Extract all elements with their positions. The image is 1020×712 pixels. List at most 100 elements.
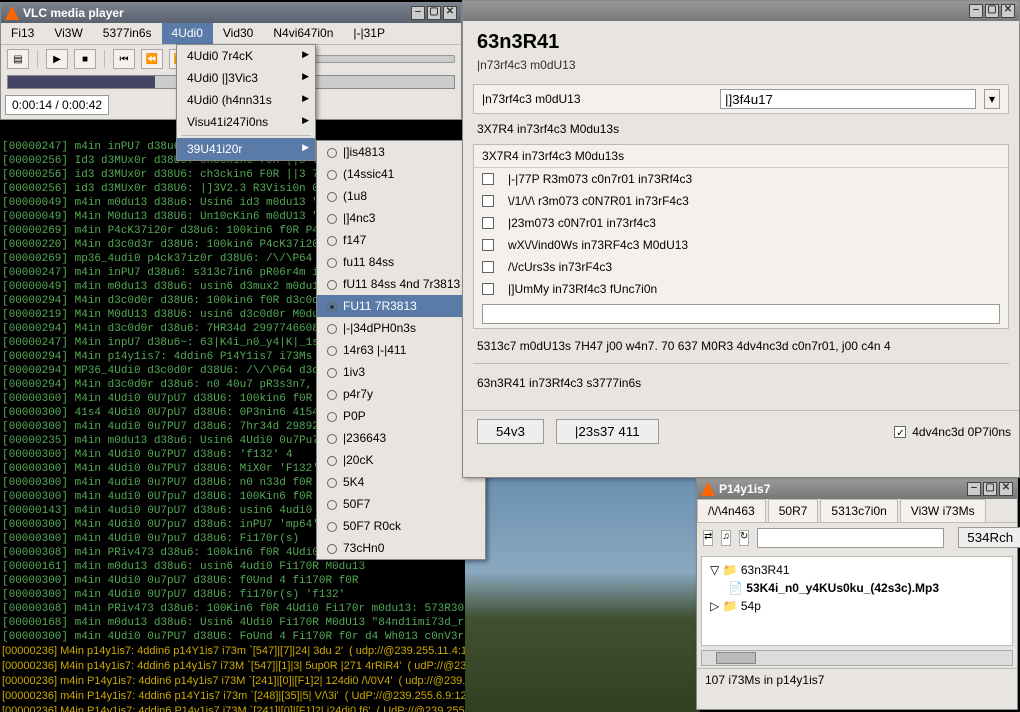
prefs-bottom-bar: 54v3 |23s37 411 4dv4nc3d 0P7i0ns (463, 410, 1019, 452)
advanced-label: 4dv4nc3d 0P7i0ns (912, 425, 1011, 439)
maximize-icon[interactable]: ▢ (985, 4, 999, 18)
shuffle-icon[interactable]: ⇄ (703, 530, 713, 546)
playlist-tree[interactable]: ▽ 📁 63n3R41 📄 53K4i_n0_y4KUs0ku_(42s3c).… (701, 556, 1013, 646)
equalizer-preset[interactable]: 50F7 R0ck (317, 515, 485, 537)
advanced-checkbox[interactable] (894, 426, 906, 438)
prev-button[interactable]: ⏮ (113, 49, 135, 69)
audio-menu-item[interactable]: 4Udi0 |]3Vic3 (177, 67, 315, 89)
dropdown-icon[interactable]: ▾ (984, 89, 1000, 109)
equalizer-preset[interactable]: |236643 (317, 427, 485, 449)
audio-menu-item[interactable]: 4Udi0 7r4cK (177, 45, 315, 67)
module-checkbox[interactable] (482, 261, 494, 273)
module-checkbox[interactable] (482, 173, 494, 185)
modules-note: 5313c7 m0dU13s 7H47 j00 w4n7. 70 637 M0R… (463, 335, 1019, 357)
save-button[interactable]: 54v3 (477, 419, 544, 444)
playlist-titlebar[interactable]: P14y1is7 ‒ ▢ ✕ (697, 479, 1017, 499)
interface-module-label: |n73rf4c3 m0dU13 (482, 92, 712, 106)
module-label: wX\/\/ind0Ws in73RF4c3 M0dU13 (508, 238, 688, 252)
menu-vi3w[interactable]: Vi3W (44, 23, 92, 44)
prefs-titlebar[interactable]: ‒ ▢ ✕ (463, 1, 1019, 21)
loop-icon[interactable]: ↻ (739, 530, 749, 546)
reset-button[interactable]: |23s37 411 (556, 419, 659, 444)
module-label: /\/cUrs3s in73rF4c3 (508, 260, 612, 274)
equalizer-preset[interactable]: (1u8 (317, 185, 485, 207)
module-checkbox[interactable] (482, 195, 494, 207)
vlc-cone-icon (5, 6, 19, 20)
playlist-window: P14y1is7 ‒ ▢ ✕ /\/\4n46350R75313c7i0nVi3… (696, 478, 1018, 710)
equalizer-preset[interactable]: (14ssic41 (317, 163, 485, 185)
audio-menu-item[interactable]: Visu41i247i0ns (177, 111, 315, 133)
equalizer-preset[interactable]: 50F7 (317, 493, 485, 515)
maximize-icon[interactable]: ▢ (427, 6, 441, 20)
playlist-tabs: /\/\4n46350R75313c7i0nVi3W i73Ms (697, 499, 1017, 523)
equalizer-preset[interactable]: FU11 7R3813 (317, 295, 485, 317)
equalizer-preset[interactable]: 1iv3 (317, 361, 485, 383)
module-label: \/1/\/\ r3m073 c0N7R01 in73rF4c3 (508, 194, 689, 208)
module-checkbox[interactable] (482, 239, 494, 251)
extra-modules-heading: 3X7R4 in73rf4c3 M0du13s (463, 120, 1019, 138)
prefs-title: 63n3R41 (463, 21, 1019, 58)
equalizer-preset[interactable]: |20cK (317, 449, 485, 471)
general-settings-heading: 63n3R41 in73Rf4c3 s3777in6s (463, 370, 1019, 410)
close-icon[interactable]: ✕ (999, 482, 1013, 496)
module-checkbox[interactable] (482, 217, 494, 229)
interface-module-group: |n73rf4c3 m0dU13 ▾ (473, 84, 1009, 114)
tree-root[interactable]: ▽ 📁 63n3R41 (710, 561, 1004, 579)
minimize-icon[interactable]: ‒ (967, 482, 981, 496)
play-button[interactable]: ▶ (46, 49, 68, 69)
rewind-button[interactable]: ⏪ (141, 49, 163, 69)
maximize-icon[interactable]: ▢ (983, 482, 997, 496)
playlist-tab[interactable]: Vi3W i73Ms (900, 499, 986, 522)
equalizer-preset[interactable]: |]is4813 (317, 141, 485, 163)
tree-root[interactable]: ▷ 📁 54p (710, 597, 1004, 615)
audio-menu-item[interactable]: 4Udi0 (h4nn31s (177, 89, 315, 111)
equalizer-preset[interactable]: |-|34dPH0n3s (317, 317, 485, 339)
repeat-icon[interactable]: ♫ (721, 530, 731, 546)
playlist-title: P14y1is7 (719, 482, 770, 496)
equalizer-preset[interactable]: 14r63 |-|411 (317, 339, 485, 361)
menu-n4vi647i0n[interactable]: N4vi647i0n (263, 23, 343, 44)
minimize-icon[interactable]: ‒ (969, 4, 983, 18)
equalizer-preset[interactable]: fu11 84ss (317, 251, 485, 273)
vlc-menubar: Fi13Vi3W5377in6s4Udi0Vid30N4vi647i0n|-|3… (1, 23, 461, 45)
search-button[interactable]: 534Rch (958, 527, 1020, 548)
playlist-tab[interactable]: 50R7 (768, 499, 819, 522)
equalizer-submenu: |]is4813(14ssic41(1u8|]4nc3f147fu11 84ss… (316, 140, 486, 560)
module-extra-field[interactable] (482, 304, 1000, 324)
playlist-tab[interactable]: 5313c7i0n (820, 499, 897, 522)
close-icon[interactable]: ✕ (443, 6, 457, 20)
playlist-search-input[interactable] (757, 528, 944, 548)
audio-menu-item[interactable]: 39U41i20r (177, 138, 315, 160)
stop-button[interactable]: ■ (74, 49, 96, 69)
open-button[interactable]: ▤ (7, 49, 29, 69)
playlist-toolbar: ⇄ ♫ ↻ 534Rch (697, 523, 1017, 552)
tree-item[interactable]: 📄 53K4i_n0_y4KUs0ku_(42s3c).Mp3 (710, 579, 1004, 597)
module-label: |23m073 c0N7r01 in73rf4c3 (508, 216, 656, 230)
vlc-titlebar[interactable]: VLC media player ‒ ▢ ✕ (1, 3, 461, 23)
vlc-cone-icon (701, 482, 715, 496)
interface-module-field[interactable] (720, 89, 976, 109)
equalizer-preset[interactable]: |]4nc3 (317, 207, 485, 229)
equalizer-preset[interactable]: 73cHn0 (317, 537, 485, 559)
extra-modules-group: 3X7R4 in73rf4c3 M0du13s |-|77P R3m073 c0… (473, 144, 1009, 329)
playlist-tab[interactable]: /\/\4n463 (697, 499, 766, 522)
menu-|-|31p[interactable]: |-|31P (343, 23, 395, 44)
desktop-wallpaper (465, 478, 700, 712)
equalizer-preset[interactable]: p4r7y (317, 383, 485, 405)
menu-vid30[interactable]: Vid30 (213, 23, 263, 44)
equalizer-preset[interactable]: P0P (317, 405, 485, 427)
prefs-subtitle: |n73rf4c3 m0dU13 (463, 58, 1019, 78)
vlc-title: VLC media player (23, 6, 124, 20)
equalizer-preset[interactable]: f147 (317, 229, 485, 251)
horizontal-scrollbar[interactable] (701, 650, 1013, 666)
audio-menu: 4Udi0 7r4cK4Udi0 |]3Vic34Udi0 (h4nn31sVi… (176, 44, 316, 161)
menu-5377in6s[interactable]: 5377in6s (93, 23, 162, 44)
equalizer-preset[interactable]: 5K4 (317, 471, 485, 493)
module-checkbox[interactable] (482, 283, 494, 295)
close-icon[interactable]: ✕ (1001, 4, 1015, 18)
minimize-icon[interactable]: ‒ (411, 6, 425, 20)
module-label: |]UmMy in73Rf4c3 fUnc7i0n (508, 282, 657, 296)
menu-fi13[interactable]: Fi13 (1, 23, 44, 44)
equalizer-preset[interactable]: fU11 84ss 4nd 7r3813 (317, 273, 485, 295)
menu-4udi0[interactable]: 4Udi0 (162, 23, 213, 44)
